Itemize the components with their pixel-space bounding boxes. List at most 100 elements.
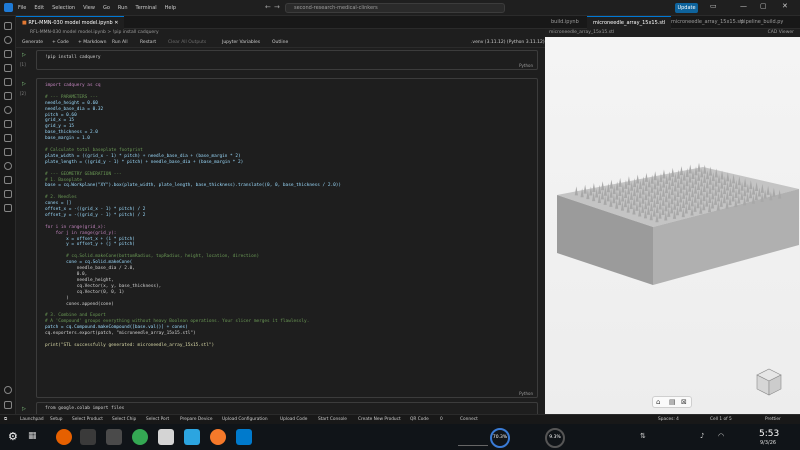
- text-editor-icon[interactable]: [106, 429, 122, 445]
- status-prepare-device[interactable]: Prepare Device: [180, 417, 213, 423]
- telegram-icon[interactable]: [184, 429, 200, 445]
- status-prettier[interactable]: Prettier: [765, 417, 781, 423]
- tab-build[interactable]: build.ipynb: [545, 16, 585, 29]
- menu-help[interactable]: Help: [165, 5, 176, 11]
- volume-icon[interactable]: ♪: [700, 432, 704, 440]
- blender-icon[interactable]: [210, 429, 226, 445]
- copilot-icon[interactable]: [4, 162, 12, 170]
- outline-button[interactable]: Outline: [272, 39, 288, 46]
- tab-notebook[interactable]: ■ RFL-MMN-030 model model.ipynb ✕: [16, 16, 125, 29]
- docker-icon[interactable]: [4, 120, 12, 128]
- run-cell-button[interactable]: ▷: [22, 406, 26, 412]
- needle-cone: [627, 176, 631, 186]
- code-line[interactable]: print("STL successfully generated: micro…: [45, 343, 341, 349]
- back-arrow-icon[interactable]: ←: [265, 3, 271, 11]
- status-select-port[interactable]: Select Port: [146, 417, 169, 423]
- viewer-path[interactable]: microneedle_array_15x15.stl: [549, 30, 614, 35]
- clock-date[interactable]: 9/3/26: [760, 440, 776, 446]
- cell-code[interactable]: import cadquery as cq # --- PARAMETERS -…: [45, 83, 341, 349]
- status-spaces[interactable]: Spaces: 4: [658, 417, 679, 423]
- tab-pipeline[interactable]: pipeline_build.py: [735, 16, 789, 29]
- app-icon[interactable]: [158, 429, 174, 445]
- home-icon[interactable]: ⌂: [656, 398, 660, 406]
- run-debug-icon[interactable]: [4, 64, 12, 72]
- minimize-icon[interactable]: —: [740, 2, 747, 10]
- remote-icon[interactable]: [4, 106, 12, 114]
- chrome-icon[interactable]: [132, 429, 148, 445]
- wifi-icon[interactable]: ◠: [718, 432, 724, 440]
- menu-selection[interactable]: Selection: [52, 5, 75, 11]
- database-icon[interactable]: [4, 176, 12, 184]
- clear-outputs-button[interactable]: Clear All Outputs: [168, 39, 206, 46]
- command-center-search[interactable]: second-research-medical-clinkers: [285, 3, 505, 13]
- kernel-selector[interactable]: .venv (3.11.12) (Python 3.11.12): [471, 39, 545, 46]
- status-connect[interactable]: Connect: [460, 417, 478, 423]
- status-qr-code[interactable]: QR Code: [410, 417, 429, 423]
- menu-go[interactable]: Go: [103, 5, 110, 11]
- account-icon[interactable]: [4, 386, 12, 394]
- run-all-button[interactable]: Run All: [112, 39, 128, 46]
- status-problems[interactable]: 0: [440, 417, 443, 423]
- viewer-mode[interactable]: CAD Viewer: [768, 29, 794, 37]
- cell-language[interactable]: Python: [519, 63, 533, 68]
- code-cell-1[interactable]: !pip install cadquery Python: [36, 50, 538, 70]
- menu-view[interactable]: View: [83, 5, 95, 11]
- firefox-icon[interactable]: [56, 429, 72, 445]
- vscode-taskbar-icon[interactable]: [236, 429, 252, 445]
- run-cell-button[interactable]: ▷: [22, 52, 26, 58]
- github-icon[interactable]: [4, 204, 12, 212]
- source-control-icon[interactable]: [4, 50, 12, 58]
- start-menu-icon[interactable]: ⚙: [8, 430, 18, 443]
- orientation-cube-icon[interactable]: [756, 368, 782, 396]
- files-icon[interactable]: ▦: [28, 431, 37, 441]
- breadcrumb[interactable]: RFL-MMN-030 model model.ipynb > !pip ins…: [16, 29, 545, 37]
- python-icon[interactable]: [4, 148, 12, 156]
- tab-close-icon[interactable]: ✕: [114, 20, 118, 26]
- status-setup[interactable]: Setup: [50, 417, 63, 423]
- settings-icon[interactable]: ⊠: [681, 398, 687, 406]
- testing-icon[interactable]: [4, 92, 12, 100]
- menu-run[interactable]: Run: [118, 5, 128, 11]
- generate-button[interactable]: Generate: [22, 39, 43, 46]
- menu-file[interactable]: File: [18, 5, 26, 11]
- status-upload-code[interactable]: Upload Code: [280, 417, 307, 423]
- explorer-icon[interactable]: [4, 22, 12, 30]
- code-line[interactable]: base = cq.Workplane("XY").box(plate_widt…: [45, 183, 341, 189]
- layout-icon[interactable]: ▭: [710, 2, 717, 10]
- status-select-chip[interactable]: Select Chip: [112, 417, 136, 423]
- remote-indicator-icon[interactable]: ⧉: [4, 417, 7, 423]
- tab-stl-active[interactable]: microneedle_array_15x15.stl: [587, 16, 672, 29]
- cell-code[interactable]: from google.colab import files: [45, 406, 124, 412]
- add-code-button[interactable]: + Code: [52, 39, 69, 46]
- platformio-icon[interactable]: [4, 190, 12, 198]
- forward-arrow-icon[interactable]: →: [274, 3, 280, 11]
- status-new-product[interactable]: Create New Product: [358, 417, 401, 423]
- status-cell[interactable]: Cell 1 of 5: [710, 417, 732, 423]
- menu-edit[interactable]: Edit: [34, 5, 44, 11]
- extensions-icon[interactable]: [4, 78, 12, 86]
- grid-icon[interactable]: ▤: [669, 398, 676, 406]
- menu-terminal[interactable]: Terminal: [136, 5, 157, 11]
- update-button[interactable]: Update: [675, 3, 698, 13]
- jupyter-icon[interactable]: [4, 134, 12, 142]
- jupyter-variables-button[interactable]: Jupyter Variables: [222, 39, 260, 46]
- status-start-console[interactable]: Start Console: [318, 417, 347, 423]
- settings-gear-icon[interactable]: [4, 401, 12, 409]
- run-cell-button[interactable]: ▷: [22, 81, 26, 87]
- status-upload-config[interactable]: Upload Configuration: [222, 417, 268, 423]
- maximize-icon[interactable]: ▢: [760, 2, 767, 10]
- cell-code[interactable]: !pip install cadquery: [45, 55, 101, 61]
- clock-time[interactable]: 5:53: [759, 429, 779, 439]
- close-icon[interactable]: ✕: [782, 2, 788, 10]
- cell-language[interactable]: Python: [519, 391, 533, 396]
- code-cell-2[interactable]: import cadquery as cq # --- PARAMETERS -…: [36, 78, 538, 398]
- restart-button[interactable]: Restart: [140, 39, 156, 46]
- add-markdown-button[interactable]: + Markdown: [78, 39, 106, 46]
- microneedle-array-model[interactable]: [545, 37, 800, 414]
- search-icon[interactable]: [4, 36, 12, 44]
- terminal-icon[interactable]: [80, 429, 96, 445]
- stl-viewer[interactable]: [545, 37, 800, 414]
- network-icon[interactable]: ⇅: [640, 432, 646, 440]
- status-select-product[interactable]: Select Product: [72, 417, 103, 423]
- status-launchpad[interactable]: Launchpad: [20, 417, 44, 423]
